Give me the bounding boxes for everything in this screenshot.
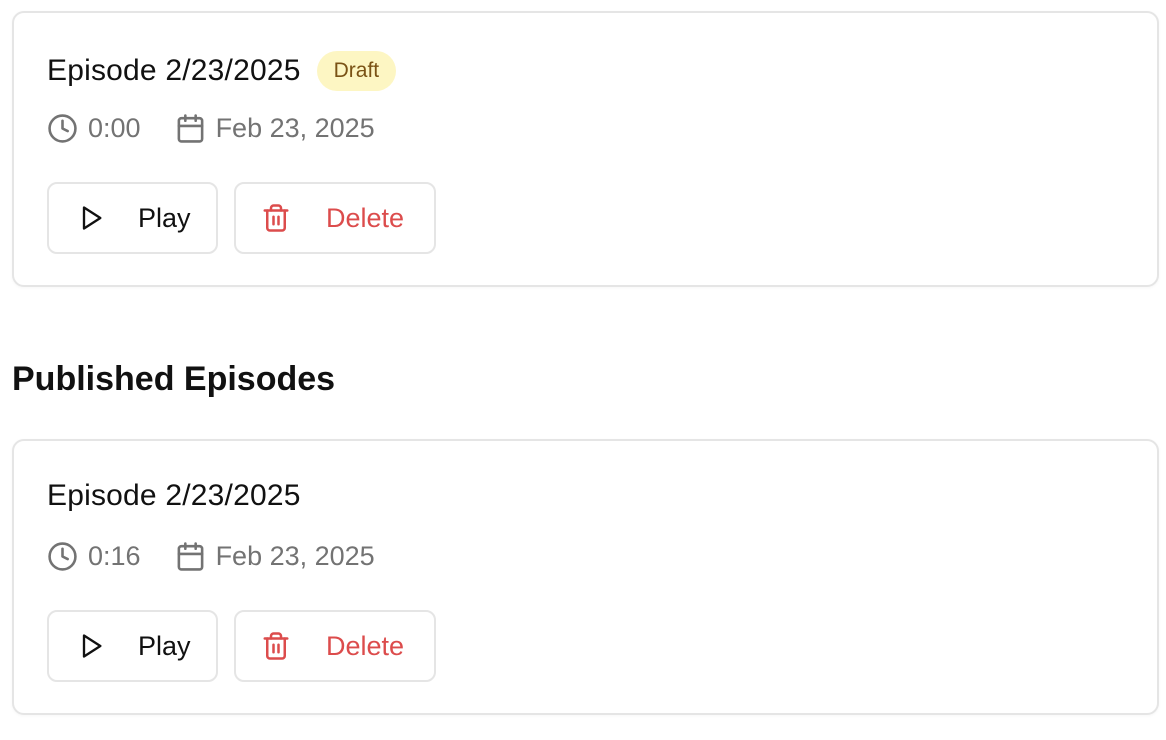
episode-meta: 0:00 Feb 23, 2025 (47, 113, 375, 144)
episode-date: Feb 23, 2025 (215, 541, 375, 571)
trash-icon (263, 632, 289, 660)
play-button[interactable]: Play (47, 610, 218, 682)
clock-icon (48, 542, 77, 571)
delete-button-label: Delete (326, 630, 405, 661)
duration-meta: 0:16 (47, 541, 141, 572)
episode-title: Episode 2/23/2025 (47, 54, 301, 87)
delete-button-label: Delete (326, 202, 405, 233)
episode-actions: Play Delete (47, 610, 436, 682)
calendar-icon (177, 542, 203, 571)
play-icon (82, 206, 102, 230)
episode-title-row: Episode 2/23/2025 (47, 479, 301, 513)
episode-title: Episode 2/23/2025 (47, 479, 301, 512)
date-meta: Feb 23, 2025 (175, 113, 375, 144)
play-button[interactable]: Play (47, 182, 218, 254)
trash-icon (263, 204, 289, 232)
draft-status-badge: Draft (316, 51, 397, 91)
episode-date: Feb 23, 2025 (215, 113, 375, 143)
published-episode-card: Episode 2/23/2025 0:16 Feb 23, 2025 Play (12, 439, 1159, 715)
duration-meta: 0:00 (47, 113, 141, 144)
episode-duration: 0:00 (88, 113, 141, 143)
delete-button[interactable]: Delete (234, 610, 436, 682)
clock-icon (48, 114, 77, 143)
published-episodes-heading: Published Episodes (12, 360, 336, 398)
calendar-icon (177, 114, 203, 143)
play-button-label: Play (138, 202, 191, 233)
delete-button[interactable]: Delete (234, 182, 436, 254)
draft-episode-card: Episode 2/23/2025 Draft 0:00 Feb 23, 202… (12, 11, 1159, 287)
episode-actions: Play Delete (47, 182, 436, 254)
episode-duration: 0:16 (88, 541, 141, 571)
play-icon (82, 634, 102, 658)
episode-meta: 0:16 Feb 23, 2025 (47, 541, 375, 572)
episode-title-row: Episode 2/23/2025 Draft (47, 51, 397, 91)
play-button-label: Play (138, 630, 191, 661)
date-meta: Feb 23, 2025 (175, 541, 375, 572)
